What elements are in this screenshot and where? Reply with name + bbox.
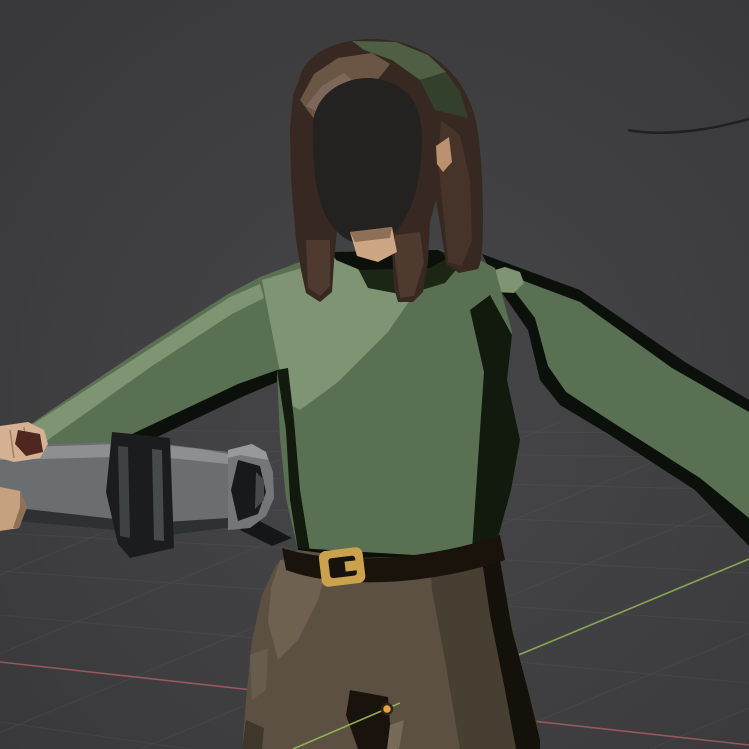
clamp-highlight-2 (152, 449, 164, 541)
viewport-window (0, 0, 749, 749)
origin-point[interactable] (382, 704, 392, 714)
clamp-highlight (118, 446, 130, 538)
3d-viewport[interactable] (0, 0, 749, 749)
buckle-tongue (344, 560, 359, 572)
belt-buckle (318, 546, 366, 587)
hair-strand-left (306, 240, 330, 296)
